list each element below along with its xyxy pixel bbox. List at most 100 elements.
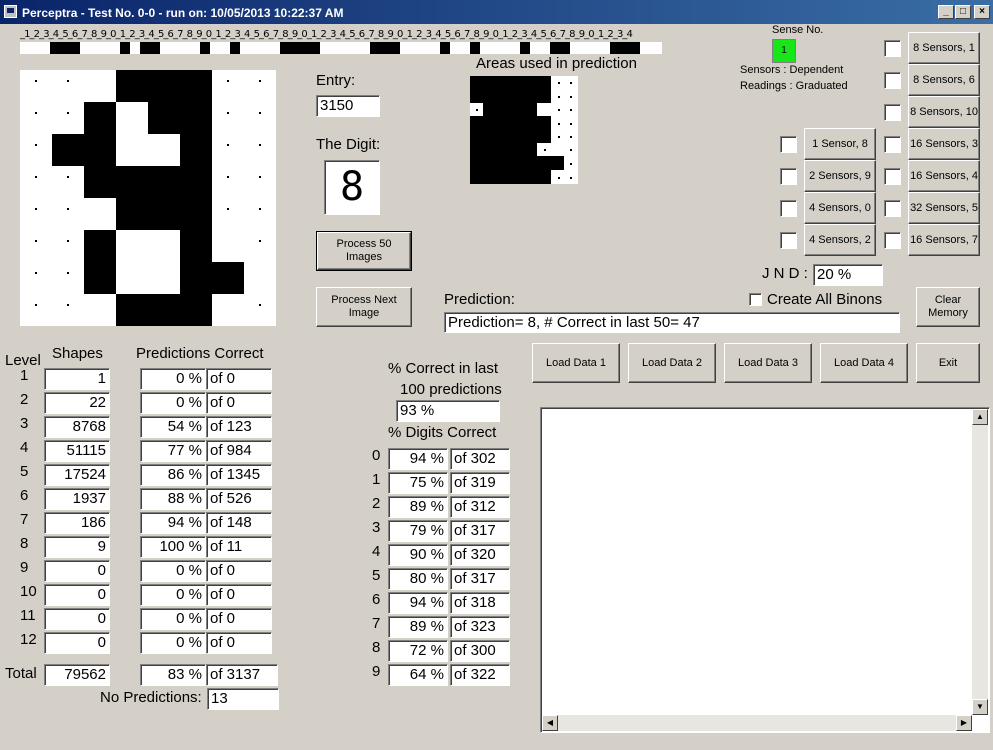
load-data-4-button[interactable]: Load Data 4 <box>820 343 908 383</box>
level-number: 10 <box>20 583 37 600</box>
sensor-button-1-8[interactable]: 1 Sensor, 8 <box>804 128 876 160</box>
digit-pct: 89 % <box>388 616 448 638</box>
scroll-right-icon[interactable]: ▶ <box>956 715 972 731</box>
level-number: 4 <box>20 439 29 456</box>
level-of: of 123 <box>206 416 272 438</box>
digit-image <box>20 70 276 326</box>
process-50-button[interactable]: Process 50 Images <box>316 231 412 271</box>
sensor-checkbox[interactable] <box>884 104 901 121</box>
level-of: of 1345 <box>206 464 272 486</box>
level-pct: 54 % <box>140 416 206 438</box>
scroll-down-icon[interactable]: ▼ <box>972 699 988 715</box>
level-pct: 77 % <box>140 440 206 462</box>
ruler-segment <box>200 42 210 54</box>
correct-100-label-1: % Correct in last <box>388 360 499 377</box>
level-number: 1 <box>20 367 29 384</box>
sensor-checkbox[interactable] <box>884 232 901 249</box>
minimize-button[interactable]: _ <box>938 5 954 19</box>
level-of: of 0 <box>206 632 272 654</box>
scroll-left-icon[interactable]: ◀ <box>542 715 558 731</box>
app-icon <box>4 5 17 18</box>
sensor-button-8-10[interactable]: 8 Sensors, 10 <box>908 96 980 128</box>
sensor-checkbox[interactable] <box>884 168 901 185</box>
ruler-segment <box>520 42 530 54</box>
sensor-button-8-1[interactable]: 8 Sensors, 1 <box>908 32 980 64</box>
load-data-1-button[interactable]: Load Data 1 <box>532 343 620 383</box>
digit-number: 5 <box>372 567 381 584</box>
digit-number: 2 <box>372 495 381 512</box>
level-shapes: 17524 <box>44 464 110 486</box>
ruler-segment <box>440 42 450 54</box>
maximize-button[interactable]: □ <box>955 5 971 19</box>
clear-memory-button[interactable]: Clear Memory <box>916 287 980 327</box>
sensor-checkbox[interactable] <box>884 40 901 57</box>
output-list[interactable]: ▲ ▼ ◀ ▶ <box>540 407 990 733</box>
level-pct: 0 % <box>140 368 206 390</box>
sensor-checkbox[interactable] <box>884 136 901 153</box>
level-pct: 100 % <box>140 536 206 558</box>
digit-pct: 64 % <box>388 664 448 686</box>
load-data-2-button[interactable]: Load Data 2 <box>628 343 716 383</box>
digit-display: 8 <box>324 160 380 215</box>
ruler-segment <box>470 42 480 54</box>
areas-image <box>470 76 578 184</box>
load-data-3-button[interactable]: Load Data 3 <box>724 343 812 383</box>
entry-field[interactable]: 3150 <box>316 95 380 117</box>
level-number: 5 <box>20 463 29 480</box>
sensor-button-16-7[interactable]: 16 Sensors, 7 <box>908 224 980 256</box>
create-all-binons-checkbox[interactable] <box>749 293 762 306</box>
level-number: 2 <box>20 391 29 408</box>
sense-indicator: 1 <box>772 39 796 63</box>
sensor-checkbox[interactable] <box>780 232 797 249</box>
digit-of: of 300 <box>450 640 510 662</box>
scroll-up-icon[interactable]: ▲ <box>972 409 988 425</box>
level-pct: 0 % <box>140 608 206 630</box>
ruler-digits: _1_2_3_4_5_6_7_8_9_0_1_2_3_4_5_6_7_8_9_0… <box>20 29 633 40</box>
level-shapes: 51115 <box>44 440 110 462</box>
digit-number: 1 <box>372 471 381 488</box>
sensor-checkbox[interactable] <box>780 136 797 153</box>
prediction-field[interactable]: Prediction= 8, # Correct in last 50= 47 <box>444 312 900 333</box>
sensor-checkbox[interactable] <box>884 72 901 89</box>
exit-button[interactable]: Exit <box>916 343 980 383</box>
sensor-ruler: _1_2_3_4_5_6_7_8_9_0_1_2_3_4_5_6_7_8_9_0… <box>20 29 662 55</box>
digit-pct: 90 % <box>388 544 448 566</box>
jnd-field[interactable]: 20 % <box>813 264 883 286</box>
process-next-button[interactable]: Process Next Image <box>316 287 412 327</box>
ruler-segment <box>280 42 320 54</box>
horizontal-scrollbar[interactable]: ◀ ▶ <box>542 715 972 731</box>
sensor-button-32-5[interactable]: 32 Sensors, 5 <box>908 192 980 224</box>
close-button[interactable]: × <box>974 5 990 19</box>
digit-of: of 302 <box>450 448 510 470</box>
digit-of: of 317 <box>450 568 510 590</box>
correct-100-field: 93 % <box>396 400 500 422</box>
sensor-checkbox[interactable] <box>780 200 797 217</box>
sensor-checkbox[interactable] <box>884 200 901 217</box>
sensor-button-8-6[interactable]: 8 Sensors, 6 <box>908 64 980 96</box>
total-of: of 3137 <box>206 664 278 686</box>
digit-of: of 319 <box>450 472 510 494</box>
level-of: of 0 <box>206 560 272 582</box>
ruler-segment <box>140 42 160 54</box>
sense-label: Sense No. <box>772 24 824 36</box>
digit-number: 7 <box>372 615 381 632</box>
digit-number: 3 <box>372 519 381 536</box>
sensor-button-2-9[interactable]: 2 Sensors, 9 <box>804 160 876 192</box>
vertical-scrollbar[interactable]: ▲ ▼ <box>972 409 988 715</box>
sensor-button-16-3[interactable]: 16 Sensors, 3 <box>908 128 980 160</box>
digit-of: of 322 <box>450 664 510 686</box>
level-pct: 0 % <box>140 632 206 654</box>
digit-of: of 320 <box>450 544 510 566</box>
ruler-segment <box>50 42 80 54</box>
sensor-button-4-2[interactable]: 4 Sensors, 2 <box>804 224 876 256</box>
areas-title: Areas used in prediction <box>476 55 637 72</box>
level-number: 7 <box>20 511 29 528</box>
sensor-checkbox[interactable] <box>780 168 797 185</box>
sensor-button-16-4[interactable]: 16 Sensors, 4 <box>908 160 980 192</box>
window-title: Perceptra - Test No. 0-0 - run on: 10/05… <box>22 6 344 20</box>
sensor-button-4-0[interactable]: 4 Sensors, 0 <box>804 192 876 224</box>
digit-of: of 323 <box>450 616 510 638</box>
digit-pct: 94 % <box>388 592 448 614</box>
digit-pct: 80 % <box>388 568 448 590</box>
level-number: 11 <box>20 607 36 624</box>
